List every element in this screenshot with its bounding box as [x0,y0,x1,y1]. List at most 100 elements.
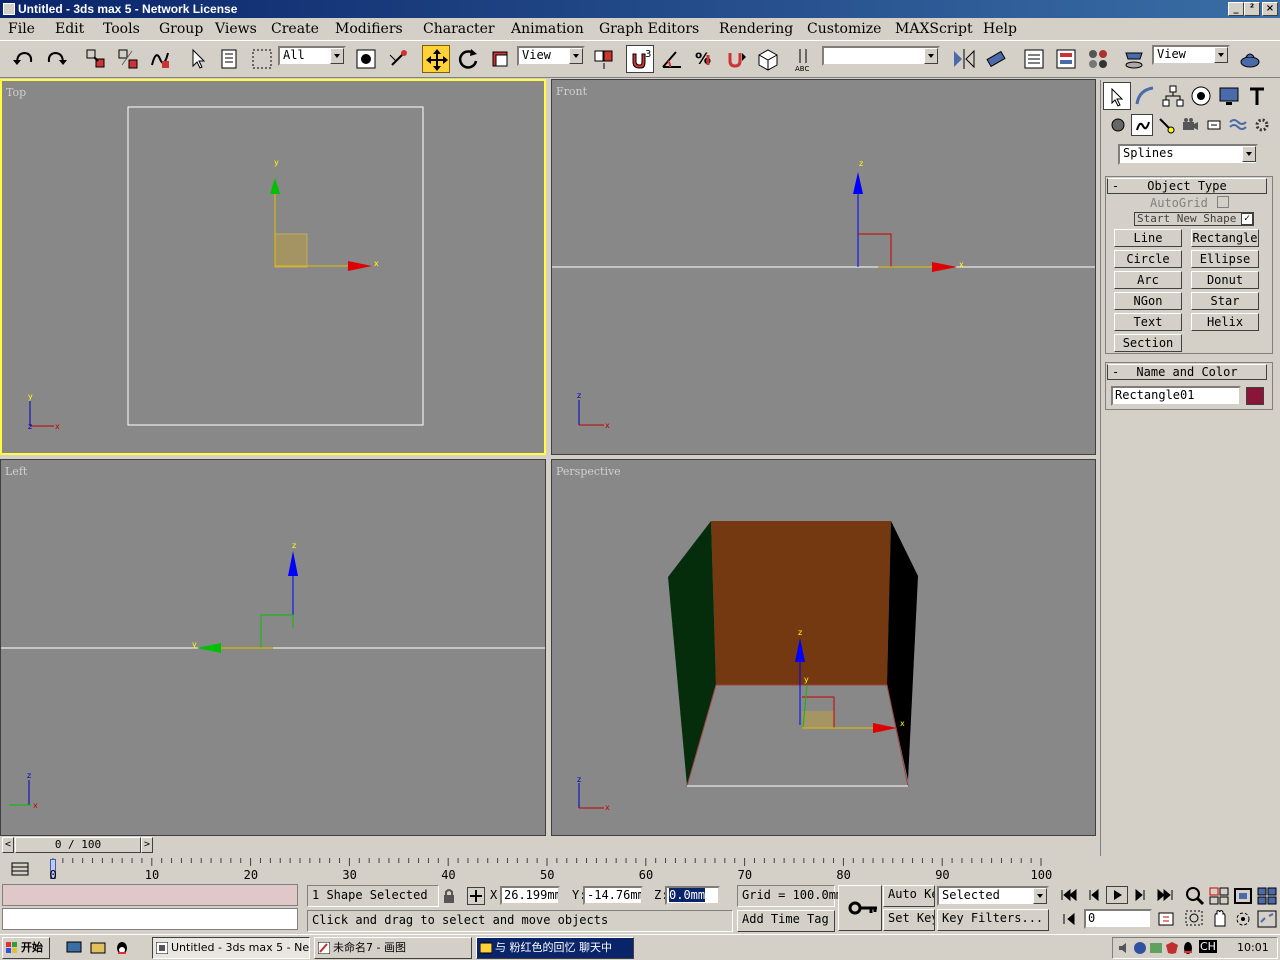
select-object-icon[interactable] [184,45,212,73]
menu-group[interactable]: Group [159,21,203,37]
space-warps-icon[interactable] [1227,114,1249,136]
gizmo-plane-handle[interactable] [858,233,892,267]
time-slider-next-button[interactable]: > [141,837,153,853]
region-zoom-icon[interactable] [1183,908,1207,930]
lights-icon[interactable] [1155,114,1177,136]
task-chat[interactable]: 与 粉红色的回忆 聊天中 [476,937,634,959]
add-time-tag-button[interactable]: Add Time Tag [737,910,835,932]
quick-render-icon[interactable] [1236,45,1264,73]
arc-rotate-icon[interactable] [1231,908,1255,930]
input-method-indicator[interactable]: CH [1199,940,1217,953]
go-to-start-icon[interactable] [1058,886,1080,904]
gizmo-z-arrow[interactable] [853,172,863,194]
track-view-icon[interactable] [1020,45,1048,73]
gizmo-z-arrow[interactable] [288,551,298,576]
show-desktop-icon[interactable] [66,940,84,956]
render-scene-icon[interactable] [1120,45,1148,73]
right-wall[interactable] [887,521,918,780]
unlink-icon[interactable] [114,45,142,73]
key-mode-toggle-icon[interactable] [1058,910,1080,928]
shapes-icon[interactable] [1131,114,1153,136]
gizmo-y-arrow[interactable] [197,643,221,653]
section-button[interactable]: Section [1114,334,1182,352]
viewport-top[interactable]: Top y x y x z [0,79,546,455]
gizmo-x-arrow[interactable] [348,261,372,271]
object-type-header[interactable]: - Object Type [1107,178,1267,194]
menu-tools[interactable]: Tools [103,21,140,37]
viewport-left[interactable]: Left z y z x [0,459,546,836]
current-frame-field[interactable]: 0 [1084,909,1152,929]
motion-tab-icon[interactable] [1187,82,1215,110]
autogrid-checkbox[interactable] [1217,196,1229,208]
systems-icon[interactable] [1251,114,1273,136]
gizmo-plane-handle[interactable] [802,711,834,728]
min-max-toggle-icon[interactable] [1255,908,1279,930]
helix-button[interactable]: Helix [1191,313,1259,331]
viewport-perspective[interactable]: Perspective z y x z x [551,459,1096,836]
spinner-snap-icon[interactable] [722,45,750,73]
cameras-icon[interactable] [1179,114,1201,136]
named-selection-dropdown[interactable] [822,46,940,66]
play-icon[interactable] [1106,886,1128,904]
undo-icon[interactable] [10,45,38,73]
lock-icon[interactable] [442,887,456,905]
menu-modifiers[interactable]: Modifiers [335,21,403,37]
quicklaunch-explorer-icon[interactable] [90,940,108,956]
helpers-icon[interactable] [1203,114,1225,136]
previous-frame-icon[interactable] [1082,886,1104,904]
gizmo-plane-handle[interactable] [274,233,308,268]
qq-tray-icon[interactable] [1181,941,1195,955]
gizmo-x-arrow[interactable] [932,262,957,272]
donut-button[interactable]: Donut [1191,271,1259,289]
snap-toggle-icon[interactable]: 3 [626,45,654,73]
select-scale-icon[interactable] [486,45,514,73]
align-icon[interactable] [982,45,1010,73]
bind-spacewarp-icon[interactable] [146,45,174,73]
menu-graph-editors[interactable]: Graph Editors [599,21,699,37]
menu-edit[interactable]: Edit [55,21,84,37]
x-coordinate-field[interactable]: 26.199mm [500,886,560,905]
volume-icon[interactable] [1117,941,1131,955]
menu-animation[interactable]: Animation [511,21,584,37]
y-coordinate-field[interactable]: -14.76mm [583,886,643,905]
task-3dsmax[interactable]: Untitled - 3ds max 5 - Net... [152,937,310,959]
create-tab-icon[interactable] [1103,82,1131,110]
reference-coordinate-dropdown[interactable]: View [517,46,585,66]
menu-create[interactable]: Create [271,21,319,37]
set-key-button[interactable]: Set Key [883,909,935,931]
maxscript-listener-mini[interactable] [2,884,298,906]
gizmo-x-arrow[interactable] [873,723,897,733]
zoom-extents-all-icon[interactable] [1255,885,1279,907]
mirror-icon[interactable] [950,45,978,73]
percent-snap-icon[interactable]: % [690,45,718,73]
schematic-icon[interactable] [1052,45,1080,73]
arc-button[interactable]: Arc [1114,271,1182,289]
task-paint[interactable]: 未命名7 - 画图 [314,937,472,959]
close-button[interactable]: × [1262,2,1278,16]
ngon-button[interactable]: NGon [1114,292,1182,310]
text-button[interactable]: Text [1114,313,1182,331]
antivirus-icon[interactable] [1165,941,1179,955]
app-icon[interactable] [3,3,15,15]
line-button[interactable]: Line [1114,229,1182,247]
menu-views[interactable]: Views [215,21,257,37]
next-frame-icon[interactable] [1130,886,1152,904]
menu-file[interactable]: File [8,21,35,37]
redo-icon[interactable] [42,45,70,73]
menu-customize[interactable]: Customize [807,21,881,37]
key-mode-dropdown[interactable]: Selected [937,886,1049,906]
object-color-swatch[interactable] [1246,387,1264,405]
zoom-all-icon[interactable] [1207,885,1231,907]
selection-filter-dropdown[interactable]: All [278,46,346,66]
viewport-front[interactable]: Front z x z x [551,79,1096,455]
modify-tab-icon[interactable] [1131,82,1159,110]
floor-outline[interactable] [686,684,909,787]
network-icon[interactable] [1133,941,1147,955]
tray-app-icon[interactable] [1149,941,1163,955]
select-link-icon[interactable] [82,45,110,73]
select-move-icon[interactable] [422,45,450,73]
left-wall[interactable] [668,521,716,786]
time-slider-thumb[interactable]: 0 / 100 [15,837,141,853]
geometry-icon[interactable] [1107,114,1129,136]
menu-help[interactable]: Help [983,21,1017,37]
